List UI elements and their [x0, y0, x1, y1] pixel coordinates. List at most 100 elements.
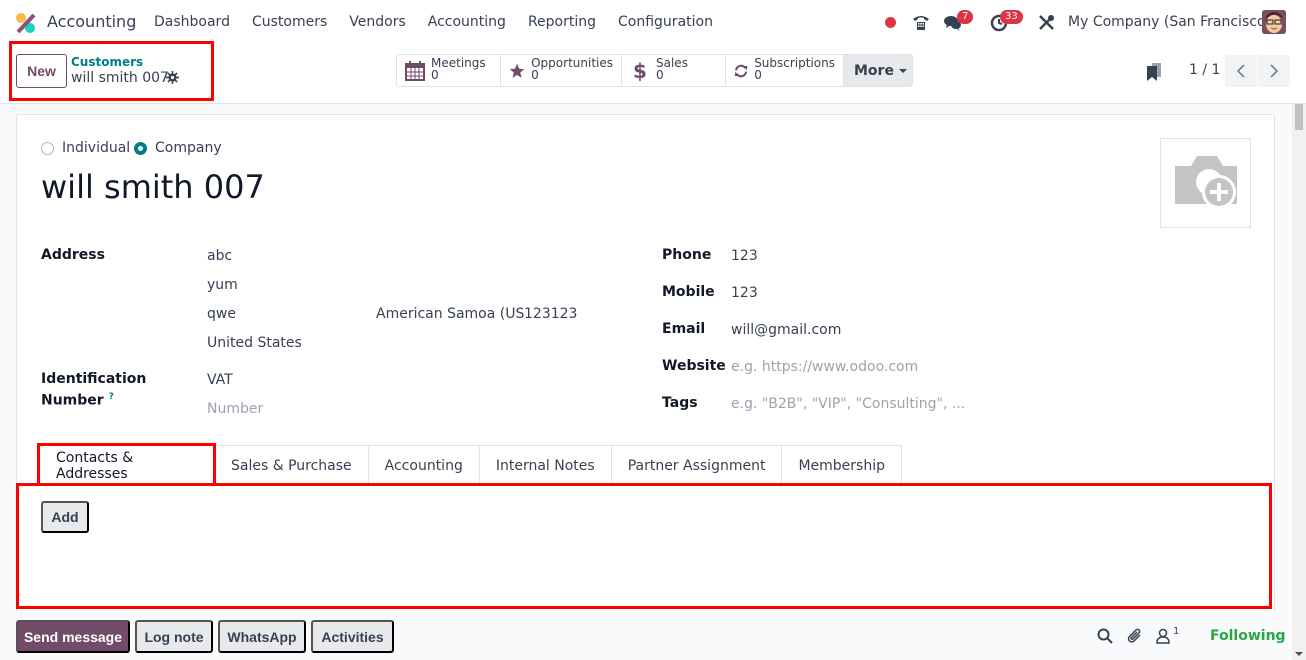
- menu-customers[interactable]: Customers: [252, 14, 327, 30]
- more-label: More: [854, 62, 894, 79]
- smart-button-label: Meetings: [431, 56, 486, 70]
- website-field[interactable]: e.g. https://www.odoo.com: [731, 359, 918, 375]
- control-panel: New Customers will smith 007 Meetings 0 O…: [0, 41, 1306, 104]
- tags-field[interactable]: e.g. "B2B", "VIP", "Consulting", ...: [731, 396, 965, 412]
- radio-company[interactable]: Company: [134, 140, 222, 156]
- radio-individual[interactable]: Individual: [41, 140, 130, 156]
- followers-icon[interactable]: [1155, 628, 1171, 644]
- email-label: Email: [662, 321, 706, 337]
- mobile-field[interactable]: 123: [731, 285, 758, 301]
- activity-badge: 33: [1000, 10, 1023, 24]
- tab-sales-purchase[interactable]: Sales & Purchase: [215, 445, 369, 485]
- page-scrollbar[interactable]: [1292, 104, 1306, 660]
- menu-dashboard[interactable]: Dashboard: [154, 14, 230, 30]
- smart-button-meetings[interactable]: Meetings 0: [397, 55, 501, 86]
- chevron-left-icon: [1236, 64, 1245, 78]
- activities-button[interactable]: Activities: [311, 620, 394, 653]
- email-field[interactable]: will@gmail.com: [731, 322, 841, 338]
- tab-membership[interactable]: Membership: [782, 445, 902, 485]
- user-avatar[interactable]: [1262, 10, 1286, 34]
- help-tooltip-icon[interactable]: ?: [109, 392, 114, 402]
- form-sheet: Individual Company will smith 007 Addres…: [16, 114, 1275, 612]
- radio-label: Company: [155, 140, 222, 156]
- smart-button-opportunities[interactable]: Opportunities 0: [501, 55, 622, 86]
- tab-accounting[interactable]: Accounting: [368, 445, 480, 485]
- more-button[interactable]: More: [844, 55, 912, 86]
- camera-plus-icon: [1174, 156, 1237, 209]
- chat-badge: 7: [957, 10, 974, 24]
- paperclip-icon[interactable]: [1127, 628, 1143, 644]
- scroll-down-arrow-icon[interactable]: [1295, 652, 1303, 656]
- smart-button-subscriptions[interactable]: Subscriptions 0: [726, 55, 844, 86]
- caret-down-icon: [898, 68, 907, 73]
- avatar-face-icon: [1262, 10, 1286, 34]
- add-contact-button[interactable]: Add: [41, 501, 89, 533]
- state-field[interactable]: American Samoa (US: [376, 306, 524, 322]
- record-name-field[interactable]: will smith 007: [41, 168, 265, 206]
- website-label: Website: [662, 358, 726, 374]
- log-note-button[interactable]: Log note: [135, 620, 213, 653]
- svg-text:$: $: [633, 61, 647, 81]
- phone-icon[interactable]: [912, 13, 930, 31]
- tools-icon[interactable]: [1038, 14, 1055, 31]
- search-icon[interactable]: [1097, 628, 1113, 644]
- phone-label: Phone: [662, 247, 712, 263]
- menu-configuration[interactable]: Configuration: [618, 14, 713, 30]
- top-navbar: Accounting Dashboard Customers Vendors A…: [0, 0, 1306, 45]
- new-button[interactable]: New: [16, 54, 67, 88]
- tags-label: Tags: [662, 395, 698, 411]
- radio-label: Individual: [62, 140, 131, 156]
- breadcrumb-customers[interactable]: Customers: [71, 55, 143, 69]
- tab-contacts-addresses[interactable]: Contacts & Addresses: [39, 445, 215, 485]
- chevron-right-icon: [1270, 64, 1279, 78]
- smart-button-value: 0: [531, 68, 539, 82]
- notebook-tabs: Contacts & Addresses Sales & Purchase Ac…: [39, 445, 902, 485]
- tab-internal-notes[interactable]: Internal Notes: [479, 445, 612, 485]
- address-label: Address: [41, 247, 105, 263]
- whatsapp-button[interactable]: WhatsApp: [218, 620, 306, 653]
- phone-field[interactable]: 123: [731, 248, 758, 264]
- smart-button-label: Opportunities: [531, 56, 613, 70]
- smart-button-value: 0: [431, 68, 439, 82]
- refresh-icon: [734, 64, 748, 78]
- dollar-icon: $: [633, 61, 647, 81]
- bookmark-icon[interactable]: [1146, 62, 1162, 82]
- menu-accounting[interactable]: Accounting: [428, 14, 506, 30]
- street2-field[interactable]: yum: [207, 277, 238, 293]
- pager-next-button[interactable]: [1258, 55, 1290, 87]
- menu-vendors[interactable]: Vendors: [349, 14, 405, 30]
- send-message-button[interactable]: Send message: [16, 620, 130, 653]
- country-field[interactable]: United States: [207, 335, 302, 351]
- scrollbar-thumb[interactable]: [1295, 104, 1303, 130]
- smart-button-label: Subscriptions: [754, 56, 835, 70]
- city-field[interactable]: qwe: [207, 306, 236, 322]
- app-logo-icon[interactable]: [15, 12, 37, 34]
- chatter-bar: Send message Log note WhatsApp Activitie…: [0, 612, 1292, 660]
- company-switcher[interactable]: My Company (San Francisco): [1068, 14, 1271, 30]
- followers-count: 1: [1173, 626, 1180, 637]
- id-type-field[interactable]: VAT: [207, 372, 233, 388]
- menu-reporting[interactable]: Reporting: [528, 14, 596, 30]
- pager-value[interactable]: 1 / 1: [1189, 62, 1220, 78]
- zip-field[interactable]: 123123: [524, 306, 577, 322]
- smart-button-value: 0: [656, 68, 664, 82]
- smart-button-sales[interactable]: $ Sales 0: [622, 55, 726, 86]
- id-number-field[interactable]: Number: [207, 401, 263, 417]
- avatar-upload[interactable]: [1160, 138, 1251, 228]
- following-button[interactable]: Following: [1210, 628, 1286, 644]
- calendar-icon: [405, 61, 425, 81]
- mobile-label: Mobile: [662, 284, 715, 300]
- breadcrumb-current: will smith 007: [71, 70, 169, 86]
- tab-partner-assignment[interactable]: Partner Assignment: [611, 445, 783, 485]
- smart-buttons: Meetings 0 Opportunities 0 $ Sales 0 Subscr…: [396, 54, 913, 87]
- pager-previous-button[interactable]: [1225, 55, 1257, 87]
- smart-button-value: 0: [754, 68, 762, 82]
- app-name[interactable]: Accounting: [47, 12, 136, 31]
- identification-label-line1: Identification: [41, 371, 147, 387]
- status-dot-icon[interactable]: [885, 17, 896, 28]
- street-field[interactable]: abc: [207, 248, 232, 264]
- star-icon: [509, 63, 525, 78]
- identification-label-text: Number: [41, 392, 104, 409]
- main-menu: Dashboard Customers Vendors Accounting R…: [154, 14, 735, 30]
- gear-icon[interactable]: [166, 71, 179, 84]
